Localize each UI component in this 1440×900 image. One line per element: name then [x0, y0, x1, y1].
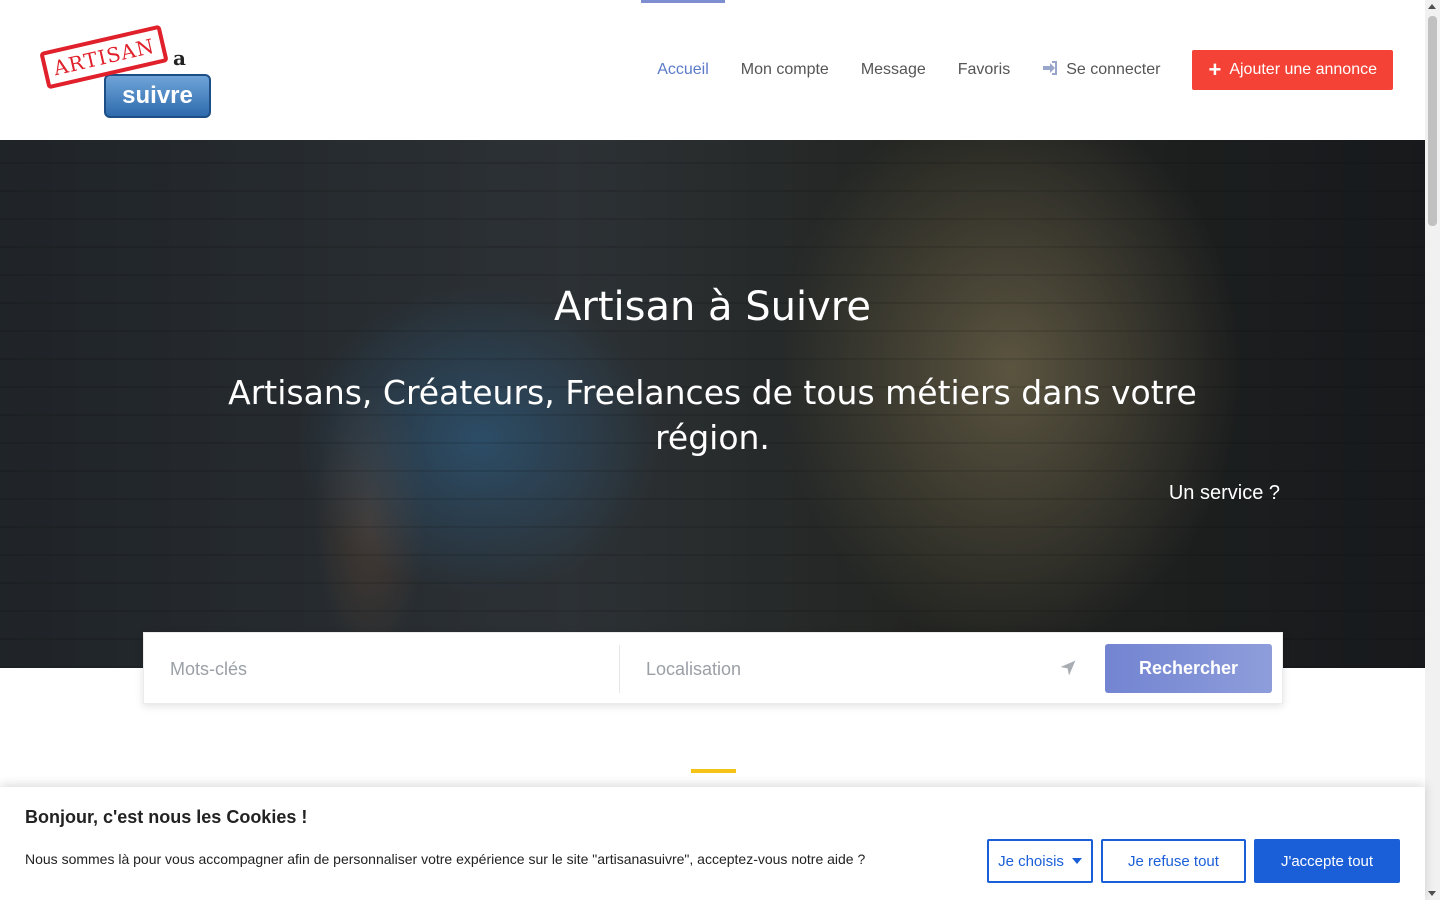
site-logo[interactable]: ARTISAN a suivre: [36, 20, 216, 120]
cookie-text: Nous sommes là pour vous accompagner afi…: [25, 851, 866, 867]
cookie-accept-button[interactable]: J'accepte tout: [1254, 839, 1400, 883]
scroll-up-arrow-icon[interactable]: [1428, 4, 1436, 9]
logo-suivre-badge: suivre: [104, 74, 211, 118]
nav-item-se-connecter[interactable]: Se connecter: [1042, 0, 1160, 140]
cookie-title: Bonjour, c'est nous les Cookies !: [25, 807, 308, 827]
add-listing-label: Ajouter une annonce: [1229, 61, 1377, 78]
search-divider: [619, 645, 620, 693]
cookie-banner: Bonjour, c'est nous les Cookies ! Nous s…: [0, 787, 1425, 900]
nav-item-label: Mon compte: [740, 61, 829, 78]
hero-subtitle: Artisans, Créateurs, Freelances de tous …: [228, 373, 1197, 457]
nav-item-label: Message: [860, 61, 926, 78]
main-nav: Accueil Mon compte Message Favoris Se co…: [625, 0, 1393, 140]
login-icon: [1042, 61, 1058, 79]
nav-item-label: Se connecter: [1066, 61, 1161, 78]
keywords-input[interactable]: Mots-clés: [170, 645, 610, 693]
scroll-thumb[interactable]: [1428, 16, 1437, 226]
search-bar: Mots-clés Localisation Rechercher: [143, 632, 1283, 704]
site-header: ARTISAN a suivre Accueil Mon compte Mess…: [0, 0, 1425, 140]
add-listing-button[interactable]: + Ajouter une annonce: [1192, 50, 1393, 90]
cookie-choose-button[interactable]: Je choisis: [987, 839, 1093, 883]
plus-icon: +: [1208, 57, 1222, 82]
nav-item-label: Accueil: [657, 61, 709, 78]
cookie-choose-label: Je choisis: [998, 852, 1064, 870]
section-accent-bar: [691, 769, 736, 773]
location-input[interactable]: Localisation: [646, 645, 1066, 693]
hero-title: Artisan à Suivre: [554, 284, 871, 330]
scroll-down-arrow-icon[interactable]: [1428, 891, 1436, 896]
nav-item-mon-compte[interactable]: Mon compte: [741, 0, 829, 140]
service-link[interactable]: Un service ?: [1169, 482, 1280, 505]
page-scrollbar[interactable]: [1425, 0, 1440, 900]
search-button[interactable]: Rechercher: [1105, 644, 1272, 693]
hero-banner: Artisan à Suivre Artisans, Créateurs, Fr…: [0, 140, 1425, 668]
nav-item-label: Favoris: [957, 61, 1011, 78]
nav-item-favoris[interactable]: Favoris: [958, 0, 1010, 140]
nav-item-message[interactable]: Message: [861, 0, 926, 140]
logo-a-letter: a: [173, 46, 186, 70]
cookie-refuse-button[interactable]: Je refuse tout: [1101, 839, 1246, 883]
nav-item-accueil[interactable]: Accueil: [641, 0, 725, 140]
caret-down-icon: [1071, 858, 1082, 864]
